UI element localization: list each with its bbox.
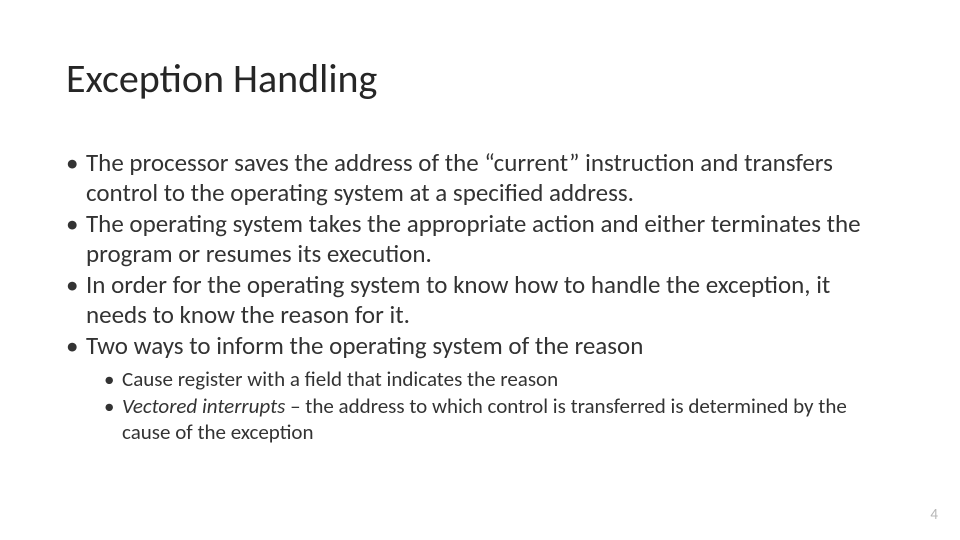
slide: Exception Handling The processor saves t… (0, 0, 960, 540)
slide-body: The processor saves the address of the “… (66, 148, 896, 447)
bullet-item: In order for the operating system to kno… (66, 270, 896, 329)
bullet-item: The processor saves the address of the “… (66, 148, 896, 207)
sub-bullet-item: Vectored interrupts – the address to whi… (104, 394, 896, 445)
sub-bullet-italic: Vectored interrupts (122, 393, 285, 419)
slide-title: Exception Handling (66, 54, 377, 103)
bullet-item: The operating system takes the appropria… (66, 209, 896, 268)
sub-bullet-text: Cause register with a field that indicat… (122, 366, 558, 392)
sub-bullet-item: Cause register with a field that indicat… (104, 367, 896, 393)
bullet-item: Two ways to inform the operating system … (66, 331, 896, 361)
sub-bullet-group: Cause register with a field that indicat… (66, 367, 896, 446)
page-number: 4 (930, 506, 938, 524)
